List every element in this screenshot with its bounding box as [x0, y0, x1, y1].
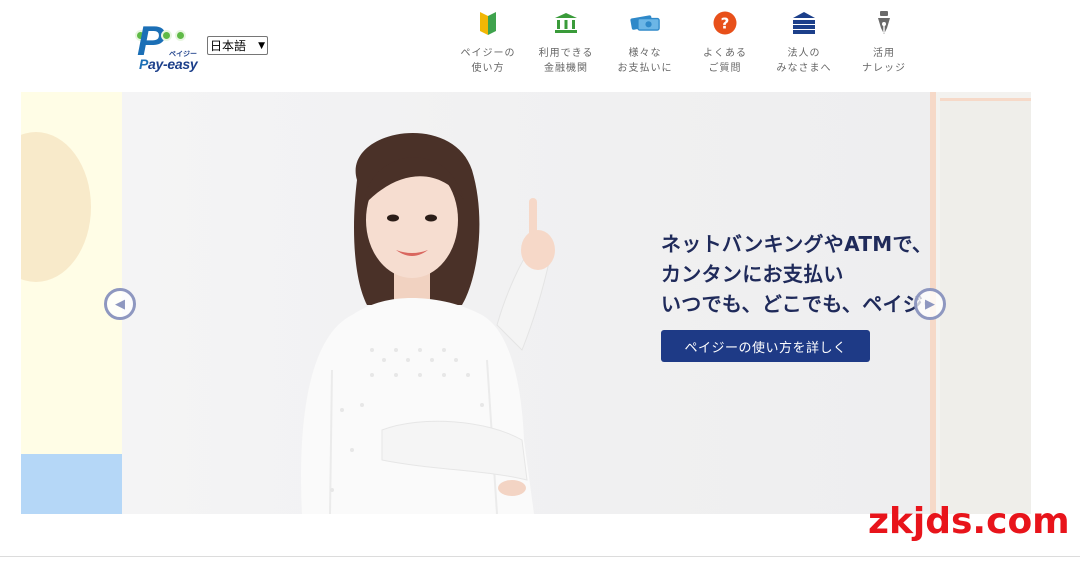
headline-line: カンタンにお支払い — [661, 262, 844, 286]
logo-wordmark: Pay-easy — [139, 56, 198, 72]
logo-dot — [161, 30, 172, 41]
decorative-block — [21, 454, 122, 514]
pen-nib-icon — [869, 8, 899, 38]
slider-prev-button[interactable]: ◀ — [104, 288, 136, 320]
nav-label: 法人の みなさまへ — [776, 48, 832, 74]
nav-label: 様々な お支払いに — [617, 48, 673, 74]
language-select-value: 日本語 — [210, 39, 247, 53]
nav-item-knowledge[interactable]: 活用 ナレッジ — [839, 8, 929, 76]
current-slide[interactable]: ネットバンキングやATMで、 カンタンにお支払い いつでも、どこでも、ペイジー。… — [122, 92, 963, 514]
nav-label: 利用できる 金融機関 — [538, 48, 594, 74]
nav-label: よくある ご質問 — [703, 48, 747, 74]
chevron-right-icon: ▶ — [925, 296, 935, 312]
nav-item-payments[interactable]: 様々な お支払いに — [600, 8, 690, 76]
building-icon — [789, 8, 819, 38]
nav-item-faq[interactable]: ? よくある ご質問 — [680, 8, 770, 76]
nav-item-how-to-use[interactable]: ペイジーの 使い方 — [443, 8, 533, 76]
beginner-mark-icon — [473, 8, 503, 38]
hero-slider[interactable]: ネットバンキングやATMで、 カンタンにお支払い いつでも、どこでも、ペイジー。… — [21, 92, 1031, 514]
how-to-use-details-button[interactable]: ペイジーの使い方を詳しく — [661, 330, 870, 362]
divider — [0, 556, 1080, 557]
headline-line: ネットバンキングやATMで、 — [661, 232, 933, 256]
nav-label: ペイジーの 使い方 — [460, 48, 516, 74]
slider-next-button[interactable]: ▶ — [914, 288, 946, 320]
bank-icon — [551, 8, 581, 38]
nav-label: 活用 ナレッジ — [862, 48, 906, 74]
watermark-text: zkjds.com — [868, 501, 1070, 542]
logo-dot — [175, 30, 186, 41]
chevron-left-icon: ◀ — [115, 296, 125, 312]
nav-item-banks[interactable]: 利用できる 金融機関 — [521, 8, 611, 76]
question-icon: ? — [710, 8, 740, 38]
next-slide-image — [940, 98, 1031, 514]
payeasy-logo[interactable]: P ペイジー Pay-easy — [133, 18, 203, 74]
decorative-shape — [21, 132, 91, 282]
money-payment-icon — [630, 8, 660, 38]
nav-item-corporate[interactable]: 法人の みなさまへ — [759, 8, 849, 76]
svg-text:?: ? — [721, 15, 730, 33]
chevron-down-icon: ▼ — [258, 40, 265, 51]
woman-pointing-image — [301, 132, 555, 514]
language-select[interactable]: 日本語 ▼ — [207, 36, 268, 55]
